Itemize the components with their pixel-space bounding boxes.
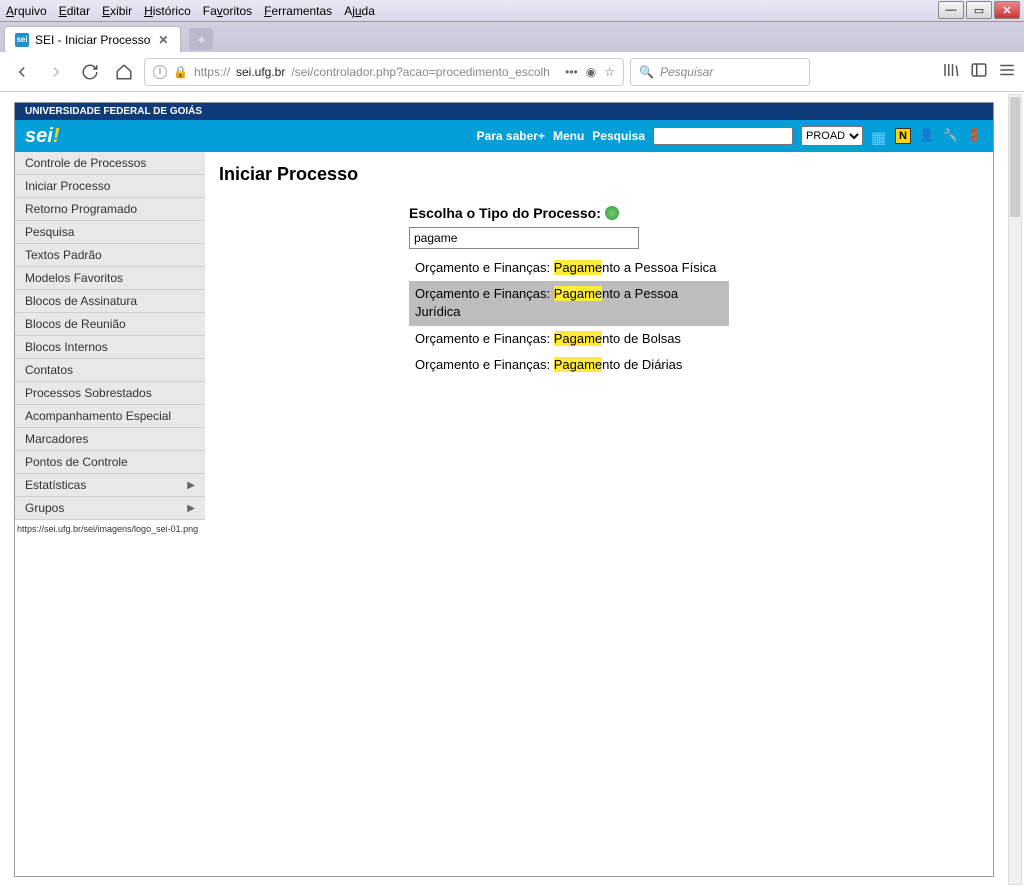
search-bar[interactable]: 🔍 Pesquisar (630, 58, 810, 86)
header-link-pesquisa[interactable]: Pesquisa (592, 129, 645, 143)
sidebar-item-controle-processos[interactable]: Controle de Processos (15, 152, 205, 175)
sidebar-item-blocos-reuniao[interactable]: Blocos de Reunião (15, 313, 205, 336)
header-controle-icon[interactable]: ▦ (871, 128, 887, 144)
browser-navbar: i 🔒 https:// sei.ufg.br/sei/controlador.p… (0, 52, 1024, 92)
menu-favoritos[interactable]: Favoritos (203, 4, 252, 18)
browser-right-icons (942, 61, 1016, 82)
sidebar-item-estatisticas[interactable]: Estatísticas▶ (15, 474, 205, 497)
header-novidades-icon[interactable]: N (895, 128, 911, 144)
sidebar-item-marcadores[interactable]: Marcadores (15, 428, 205, 451)
window-close-button[interactable]: ✕ (994, 1, 1020, 19)
browser-content: UNIVERSIDADE FEDERAL DE GOIÁS sei! Para … (0, 92, 1024, 887)
expand-types-icon[interactable] (605, 206, 619, 220)
process-type-filter-input[interactable] (409, 227, 639, 249)
header-config-icon[interactable]: 🔧 (943, 128, 959, 144)
back-button[interactable] (8, 58, 36, 86)
header-user-icon[interactable]: 👤 (919, 128, 935, 144)
sidebar-item-acompanhamento-especial[interactable]: Acompanhamento Especial (15, 405, 205, 428)
sidebar-item-textos-padrao[interactable]: Textos Padrão (15, 244, 205, 267)
menu-arquivo[interactable]: Arquivo (6, 4, 47, 18)
page-title: Iniciar Processo (219, 164, 979, 185)
urlbar-actions: ••• ◉ ☆ (565, 65, 615, 79)
lock-icon: 🔒 (173, 65, 188, 79)
sidebar-item-contatos[interactable]: Contatos (15, 359, 205, 382)
sidebar-item-processos-sobrestados[interactable]: Processos Sobrestados (15, 382, 205, 405)
tab-close-button[interactable]: ✕ (156, 33, 170, 47)
sidebar-item-retorno-programado[interactable]: Retorno Programado (15, 198, 205, 221)
sei-main-header: sei! Para saber+ Menu Pesquisa PROAD ▦ N… (15, 120, 993, 152)
vertical-scrollbar[interactable] (1008, 94, 1022, 885)
forward-button[interactable] (42, 58, 70, 86)
hamburger-menu-icon[interactable] (998, 61, 1016, 82)
sei-main-content: Iniciar Processo Escolha o Tipo do Proce… (205, 152, 993, 877)
sidebar-item-iniciar-processo[interactable]: Iniciar Processo (15, 175, 205, 198)
sei-sidebar: Controle de Processos Iniciar Processo R… (15, 152, 205, 520)
process-type-results: Orçamento e Finanças: Pagamento a Pessoa… (409, 255, 729, 378)
sidebar-item-pesquisa[interactable]: Pesquisa (15, 221, 205, 244)
menu-ajuda[interactable]: Ajuda (344, 4, 375, 18)
sidebar-item-grupos[interactable]: Grupos▶ (15, 497, 205, 520)
window-minimize-button[interactable]: — (938, 1, 964, 19)
window-maximize-button[interactable]: ▭ (966, 1, 992, 19)
menu-editar[interactable]: Editar (59, 4, 90, 18)
process-type-result[interactable]: Orçamento e Finanças: Pagamento a Pessoa… (409, 281, 729, 325)
process-type-result[interactable]: Orçamento e Finanças: Pagamento a Pessoa… (409, 255, 729, 281)
browser-menubar: Arquivo Editar Exibir Histórico Favorito… (0, 0, 1024, 22)
url-path: /sei/controlador.php?acao=procedimento_e… (291, 65, 550, 79)
page-info-icon[interactable]: i (153, 65, 167, 79)
sei-logo[interactable]: sei! (25, 125, 59, 148)
tab-favicon-icon: sei (15, 33, 29, 47)
shield-icon[interactable]: ◉ (586, 65, 596, 79)
header-link-menu[interactable]: Menu (553, 129, 584, 143)
header-exit-icon[interactable]: 🚪 (967, 128, 983, 144)
home-button[interactable] (110, 58, 138, 86)
browser-tabbar: sei SEI - Iniciar Processo ✕ + (0, 22, 1024, 52)
url-domain: sei.ufg.br (236, 65, 285, 79)
sidebar-item-blocos-assinatura[interactable]: Blocos de Assinatura (15, 290, 205, 313)
library-icon[interactable] (942, 61, 960, 82)
chevron-right-icon: ▶ (187, 503, 195, 514)
search-icon: 🔍 (639, 65, 654, 79)
sidebar-item-modelos-favoritos[interactable]: Modelos Favoritos (15, 267, 205, 290)
sei-header-right: Para saber+ Menu Pesquisa PROAD ▦ N 👤 🔧 … (477, 126, 983, 146)
sei-org-banner: UNIVERSIDADE FEDERAL DE GOIÁS (15, 103, 993, 120)
browser-tab-active[interactable]: sei SEI - Iniciar Processo ✕ (4, 26, 181, 52)
new-tab-button[interactable]: + (189, 28, 213, 50)
choose-type-block: Escolha o Tipo do Processo: Orçamento e … (409, 205, 729, 378)
sei-body: Controle de Processos Iniciar Processo R… (15, 152, 993, 877)
org-name: UNIVERSIDADE FEDERAL DE GOIÁS (25, 106, 202, 117)
unit-select[interactable]: PROAD (801, 126, 863, 146)
chevron-right-icon: ▶ (187, 480, 195, 491)
sei-app-frame: UNIVERSIDADE FEDERAL DE GOIÁS sei! Para … (14, 102, 994, 877)
status-bar-url: https://sei.ufg.br/sei/imagens/logo_sei-… (15, 520, 205, 539)
search-placeholder: Pesquisar (660, 65, 713, 79)
window-controls: — ▭ ✕ (938, 1, 1020, 19)
url-scheme: https:// (194, 65, 230, 79)
choose-type-label: Escolha o Tipo do Processo: (409, 205, 729, 221)
process-type-result[interactable]: Orçamento e Finanças: Pagamento de Bolsa… (409, 326, 729, 352)
header-link-para-saber[interactable]: Para saber+ (477, 129, 545, 143)
reload-button[interactable] (76, 58, 104, 86)
menu-ferramentas[interactable]: Ferramentas (264, 4, 332, 18)
url-bar[interactable]: i 🔒 https:// sei.ufg.br/sei/controlador.p… (144, 58, 624, 86)
sidebar-item-pontos-controle[interactable]: Pontos de Controle (15, 451, 205, 474)
sidebar-icon[interactable] (970, 61, 988, 82)
scrollbar-thumb[interactable] (1010, 97, 1020, 217)
menu-historico[interactable]: Histórico (144, 4, 191, 18)
process-type-result[interactable]: Orçamento e Finanças: Pagamento de Diári… (409, 352, 729, 378)
sidebar-item-blocos-internos[interactable]: Blocos Internos (15, 336, 205, 359)
bookmark-star-icon[interactable]: ☆ (604, 65, 615, 79)
menu-exibir[interactable]: Exibir (102, 4, 132, 18)
page-actions-icon[interactable]: ••• (565, 65, 578, 79)
header-search-input[interactable] (653, 127, 793, 145)
tab-title: SEI - Iniciar Processo (35, 33, 150, 47)
sei-left-column: Controle de Processos Iniciar Processo R… (15, 152, 205, 877)
